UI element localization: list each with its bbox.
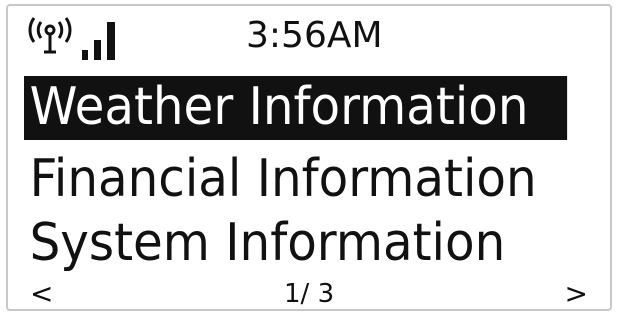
wireless-antenna-icon [28, 17, 72, 54]
status-bar: 3:56AM [8, 6, 610, 68]
menu-item-weather-information[interactable]: Weather Information [24, 76, 568, 140]
page-indicator: 1/ 3 [284, 279, 335, 309]
menu-item-label: System Information [29, 213, 506, 273]
menu-item-system-information[interactable]: System Information [24, 212, 567, 276]
page-footer: < 1/ 3 > [8, 278, 610, 312]
menu-item-financial-information[interactable]: Financial Information [24, 148, 567, 212]
previous-page-button[interactable]: < [30, 278, 53, 310]
clock-time: 3:56AM [246, 15, 383, 56]
device-display: 3:56AM Weather Information Financial Inf… [6, 4, 612, 311]
next-page-button[interactable]: > [565, 278, 588, 310]
menu-item-label: Financial Information [29, 149, 537, 209]
signal-strength-icon [82, 22, 115, 60]
menu-item-label: Weather Information [29, 77, 529, 137]
